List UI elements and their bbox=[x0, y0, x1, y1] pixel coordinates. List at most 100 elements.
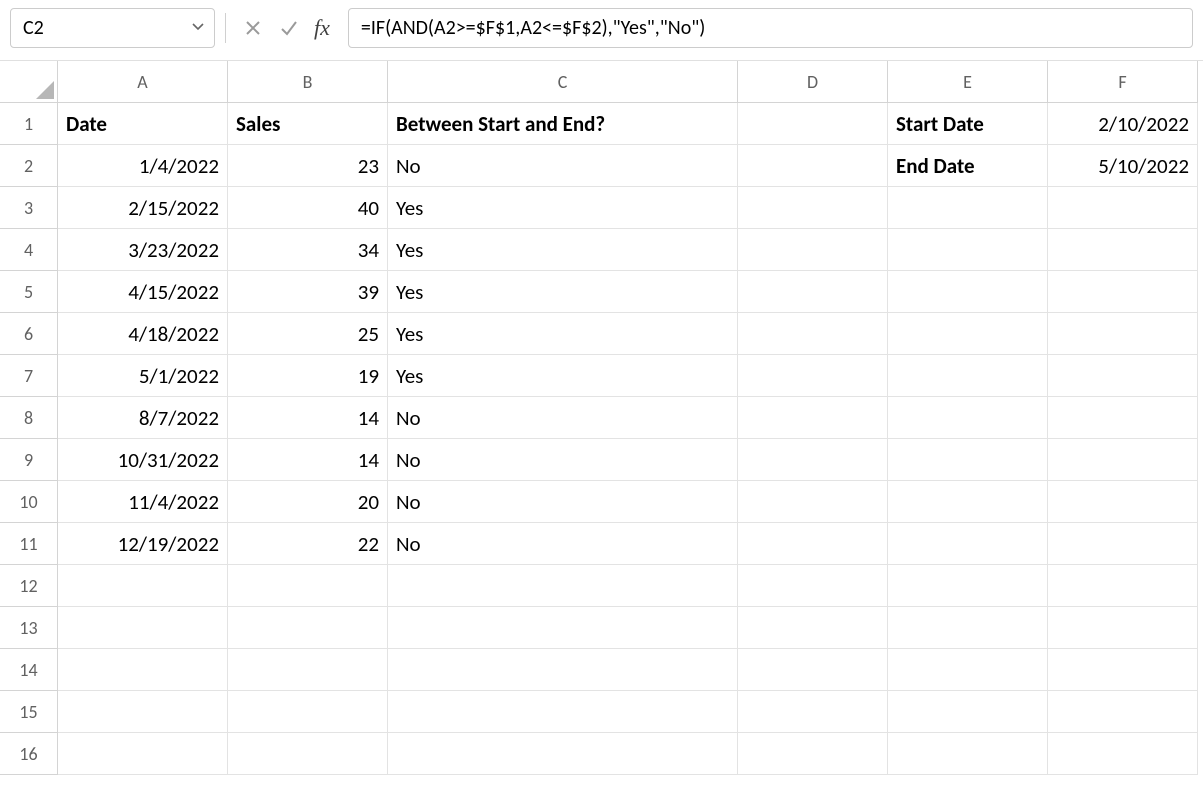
row-header[interactable]: 1 bbox=[0, 103, 58, 145]
cell[interactable] bbox=[58, 691, 228, 733]
row-header[interactable]: 10 bbox=[0, 481, 58, 523]
cell-D3[interactable] bbox=[738, 187, 888, 229]
cell-C10[interactable]: No bbox=[388, 481, 738, 523]
cell[interactable] bbox=[228, 733, 388, 775]
cell-A7[interactable]: 5/1/2022 bbox=[58, 355, 228, 397]
cell-F6[interactable] bbox=[1048, 313, 1198, 355]
cell-A5[interactable]: 4/15/2022 bbox=[58, 271, 228, 313]
row-header[interactable]: 2 bbox=[0, 145, 58, 187]
cell[interactable] bbox=[388, 607, 738, 649]
row-header[interactable]: 14 bbox=[0, 649, 58, 691]
cell[interactable] bbox=[888, 691, 1048, 733]
row-header[interactable]: 16 bbox=[0, 733, 58, 775]
chevron-down-icon[interactable] bbox=[192, 20, 204, 37]
row-header[interactable]: 15 bbox=[0, 691, 58, 733]
cell[interactable] bbox=[1048, 691, 1198, 733]
cell[interactable] bbox=[738, 649, 888, 691]
cell-A1[interactable]: Date bbox=[58, 103, 228, 145]
row-header[interactable]: 12 bbox=[0, 565, 58, 607]
cell-C9[interactable]: No bbox=[388, 439, 738, 481]
cell-D6[interactable] bbox=[738, 313, 888, 355]
cell-E9[interactable] bbox=[888, 439, 1048, 481]
cell[interactable] bbox=[1048, 607, 1198, 649]
cell-E11[interactable] bbox=[888, 523, 1048, 565]
col-header-E[interactable]: E bbox=[888, 61, 1048, 103]
cell-B6[interactable]: 25 bbox=[228, 313, 388, 355]
cell-C4[interactable]: Yes bbox=[388, 229, 738, 271]
cell-F1[interactable]: 2/10/2022 bbox=[1048, 103, 1198, 145]
cell-B3[interactable]: 40 bbox=[228, 187, 388, 229]
cell[interactable] bbox=[228, 691, 388, 733]
cell[interactable] bbox=[1048, 565, 1198, 607]
cell-E4[interactable] bbox=[888, 229, 1048, 271]
cell-A4[interactable]: 3/23/2022 bbox=[58, 229, 228, 271]
cell-F3[interactable] bbox=[1048, 187, 1198, 229]
cell-B1[interactable]: Sales bbox=[228, 103, 388, 145]
cell[interactable] bbox=[888, 649, 1048, 691]
cell-C7[interactable]: Yes bbox=[388, 355, 738, 397]
cell-B2[interactable]: 23 bbox=[228, 145, 388, 187]
row-header[interactable]: 6 bbox=[0, 313, 58, 355]
cell-A11[interactable]: 12/19/2022 bbox=[58, 523, 228, 565]
row-header[interactable]: 8 bbox=[0, 397, 58, 439]
cell-B10[interactable]: 20 bbox=[228, 481, 388, 523]
cell-F9[interactable] bbox=[1048, 439, 1198, 481]
col-header-C[interactable]: C bbox=[388, 61, 738, 103]
cell[interactable] bbox=[738, 691, 888, 733]
cell-D1[interactable] bbox=[738, 103, 888, 145]
cell-C3[interactable]: Yes bbox=[388, 187, 738, 229]
enter-icon[interactable] bbox=[278, 17, 300, 39]
formula-input[interactable]: =IF(AND(A2>=$F$1,A2<=$F$2),"Yes","No") bbox=[348, 8, 1193, 48]
cell[interactable] bbox=[388, 649, 738, 691]
cell-B8[interactable]: 14 bbox=[228, 397, 388, 439]
row-header[interactable]: 3 bbox=[0, 187, 58, 229]
row-header[interactable]: 11 bbox=[0, 523, 58, 565]
cell-D10[interactable] bbox=[738, 481, 888, 523]
cell-E1[interactable]: Start Date bbox=[888, 103, 1048, 145]
cell[interactable] bbox=[58, 733, 228, 775]
name-box[interactable]: C2 bbox=[10, 8, 215, 48]
cell-A10[interactable]: 11/4/2022 bbox=[58, 481, 228, 523]
cell[interactable] bbox=[888, 733, 1048, 775]
cell-D5[interactable] bbox=[738, 271, 888, 313]
col-header-B[interactable]: B bbox=[228, 61, 388, 103]
select-all-corner[interactable] bbox=[0, 61, 58, 103]
cell-E8[interactable] bbox=[888, 397, 1048, 439]
cell[interactable] bbox=[388, 565, 738, 607]
cell[interactable] bbox=[228, 649, 388, 691]
cell-A6[interactable]: 4/18/2022 bbox=[58, 313, 228, 355]
cell-B4[interactable]: 34 bbox=[228, 229, 388, 271]
cell-C1[interactable]: Between Start and End? bbox=[388, 103, 738, 145]
cell-E10[interactable] bbox=[888, 481, 1048, 523]
cell-D2[interactable] bbox=[738, 145, 888, 187]
cell-C6[interactable]: Yes bbox=[388, 313, 738, 355]
cell-F2[interactable]: 5/10/2022 bbox=[1048, 145, 1198, 187]
cell-D7[interactable] bbox=[738, 355, 888, 397]
cell[interactable] bbox=[58, 607, 228, 649]
cell-F11[interactable] bbox=[1048, 523, 1198, 565]
spreadsheet-grid[interactable]: A B C D E F 1 Date Sales Between Start a… bbox=[0, 61, 1203, 775]
col-header-A[interactable]: A bbox=[58, 61, 228, 103]
cell[interactable] bbox=[738, 565, 888, 607]
row-header[interactable]: 4 bbox=[0, 229, 58, 271]
cell-C2[interactable]: No bbox=[388, 145, 738, 187]
cell-F4[interactable] bbox=[1048, 229, 1198, 271]
cell-A9[interactable]: 10/31/2022 bbox=[58, 439, 228, 481]
cell[interactable] bbox=[1048, 649, 1198, 691]
cell-D11[interactable] bbox=[738, 523, 888, 565]
cell-D9[interactable] bbox=[738, 439, 888, 481]
cell-D4[interactable] bbox=[738, 229, 888, 271]
cell-B7[interactable]: 19 bbox=[228, 355, 388, 397]
cell-C5[interactable]: Yes bbox=[388, 271, 738, 313]
cell[interactable] bbox=[58, 565, 228, 607]
cell-E2[interactable]: End Date bbox=[888, 145, 1048, 187]
cell[interactable] bbox=[228, 565, 388, 607]
cell-F10[interactable] bbox=[1048, 481, 1198, 523]
row-header[interactable]: 13 bbox=[0, 607, 58, 649]
cell[interactable] bbox=[388, 733, 738, 775]
cell[interactable] bbox=[388, 691, 738, 733]
cell[interactable] bbox=[888, 607, 1048, 649]
cell[interactable] bbox=[58, 649, 228, 691]
cell[interactable] bbox=[738, 607, 888, 649]
cell-C8[interactable]: No bbox=[388, 397, 738, 439]
